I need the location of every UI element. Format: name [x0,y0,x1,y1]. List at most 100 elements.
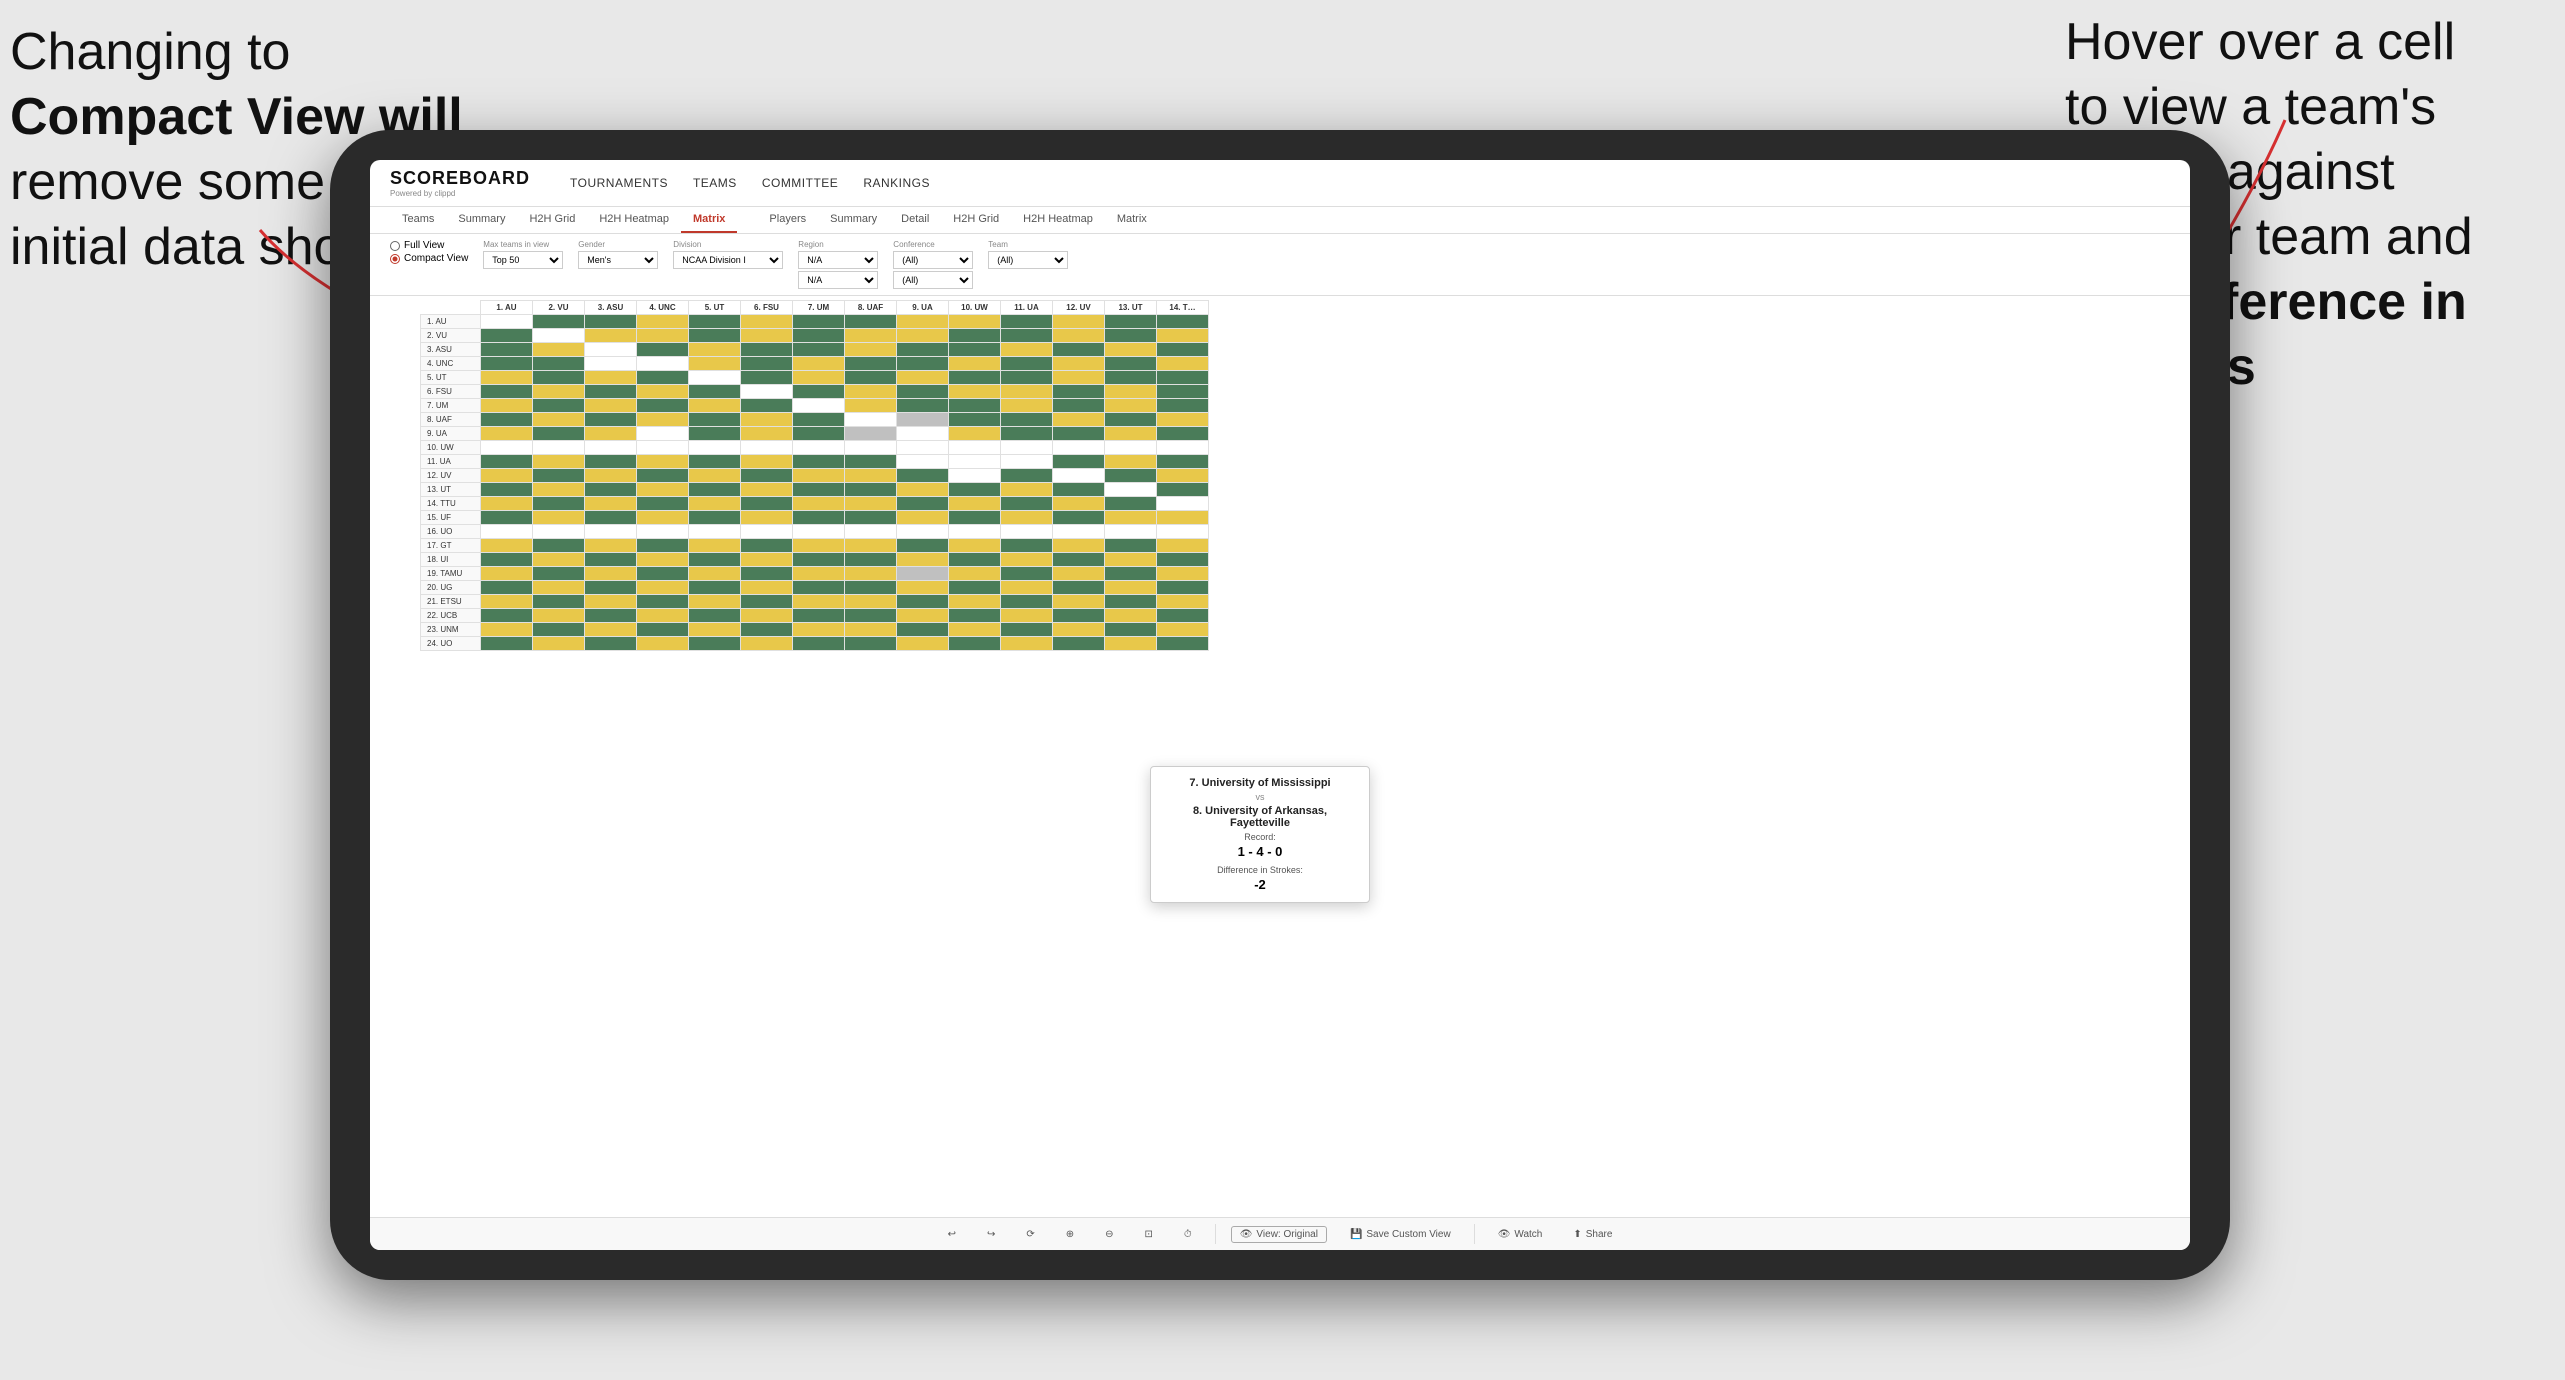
cell-16-5[interactable] [741,539,793,553]
zoom-in-button[interactable]: ⊕ [1058,1226,1082,1243]
cell-10-3[interactable] [637,455,689,469]
cell-20-0[interactable] [481,595,533,609]
cell-2-7[interactable] [845,343,897,357]
fit-button[interactable]: ⊡ [1137,1226,1161,1243]
cell-18-6[interactable] [793,567,845,581]
cell-17-9[interactable] [949,553,1001,567]
cell-5-2[interactable] [585,385,637,399]
nav-teams[interactable]: TEAMS [693,176,737,190]
cell-0-4[interactable] [689,315,741,329]
cell-5-3[interactable] [637,385,689,399]
cell-3-1[interactable] [533,357,585,371]
cell-12-7[interactable] [845,483,897,497]
cell-2-3[interactable] [637,343,689,357]
cell-22-5[interactable] [741,623,793,637]
cell-8-2[interactable] [585,427,637,441]
cell-13-5[interactable] [741,497,793,511]
cell-9-2[interactable] [585,441,637,455]
cell-12-6[interactable] [793,483,845,497]
cell-8-11[interactable] [1053,427,1105,441]
cell-23-10[interactable] [1001,637,1053,651]
cell-4-6[interactable] [793,371,845,385]
filter-division-select[interactable]: NCAA Division I [673,251,783,269]
cell-4-1[interactable] [533,371,585,385]
cell-12-5[interactable] [741,483,793,497]
cell-9-5[interactable] [741,441,793,455]
cell-21-3[interactable] [637,609,689,623]
cell-22-2[interactable] [585,623,637,637]
cell-17-7[interactable] [845,553,897,567]
cell-17-5[interactable] [741,553,793,567]
cell-6-13[interactable] [1157,399,1209,413]
cell-12-4[interactable] [689,483,741,497]
cell-13-3[interactable] [637,497,689,511]
cell-9-6[interactable] [793,441,845,455]
cell-5-10[interactable] [1001,385,1053,399]
cell-2-12[interactable] [1105,343,1157,357]
cell-22-13[interactable] [1157,623,1209,637]
cell-14-13[interactable] [1157,511,1209,525]
cell-17-0[interactable] [481,553,533,567]
cell-5-9[interactable] [949,385,1001,399]
cell-16-7[interactable] [845,539,897,553]
cell-16-13[interactable] [1157,539,1209,553]
cell-7-2[interactable] [585,413,637,427]
cell-8-8[interactable] [897,427,949,441]
cell-11-10[interactable] [1001,469,1053,483]
cell-19-0[interactable] [481,581,533,595]
cell-10-12[interactable] [1105,455,1157,469]
cell-20-1[interactable] [533,595,585,609]
cell-8-10[interactable] [1001,427,1053,441]
undo-button[interactable]: ↩ [940,1226,964,1243]
cell-9-9[interactable] [949,441,1001,455]
cell-3-4[interactable] [689,357,741,371]
cell-22-0[interactable] [481,623,533,637]
cell-13-13[interactable] [1157,497,1209,511]
cell-10-13[interactable] [1157,455,1209,469]
cell-13-11[interactable] [1053,497,1105,511]
cell-0-13[interactable] [1157,315,1209,329]
nav-committee[interactable]: COMMITTEE [762,176,839,190]
cell-23-11[interactable] [1053,637,1105,651]
nav-rankings[interactable]: RANKINGS [863,176,930,190]
cell-3-12[interactable] [1105,357,1157,371]
cell-14-2[interactable] [585,511,637,525]
cell-18-11[interactable] [1053,567,1105,581]
cell-0-10[interactable] [1001,315,1053,329]
cell-1-9[interactable] [949,329,1001,343]
cell-7-0[interactable] [481,413,533,427]
cell-23-9[interactable] [949,637,1001,651]
cell-8-0[interactable] [481,427,533,441]
cell-23-4[interactable] [689,637,741,651]
cell-17-13[interactable] [1157,553,1209,567]
cell-15-4[interactable] [689,525,741,539]
cell-4-4[interactable] [689,371,741,385]
cell-0-8[interactable] [897,315,949,329]
cell-16-9[interactable] [949,539,1001,553]
cell-5-0[interactable] [481,385,533,399]
cell-15-7[interactable] [845,525,897,539]
cell-12-9[interactable] [949,483,1001,497]
cell-18-8[interactable] [897,567,949,581]
cell-8-6[interactable] [793,427,845,441]
refresh-button[interactable]: ⟳ [1018,1226,1042,1243]
cell-4-8[interactable] [897,371,949,385]
tab-summary-2[interactable]: Summary [818,207,889,233]
cell-15-12[interactable] [1105,525,1157,539]
cell-3-9[interactable] [949,357,1001,371]
nav-tournaments[interactable]: TOURNAMENTS [570,176,668,190]
cell-13-12[interactable] [1105,497,1157,511]
tab-h2h-grid-1[interactable]: H2H Grid [517,207,587,233]
cell-4-13[interactable] [1157,371,1209,385]
cell-14-6[interactable] [793,511,845,525]
cell-19-7[interactable] [845,581,897,595]
cell-8-13[interactable] [1157,427,1209,441]
cell-17-6[interactable] [793,553,845,567]
zoom-out-button[interactable]: ⊖ [1097,1226,1121,1243]
cell-11-0[interactable] [481,469,533,483]
cell-16-12[interactable] [1105,539,1157,553]
cell-11-2[interactable] [585,469,637,483]
cell-21-2[interactable] [585,609,637,623]
cell-6-1[interactable] [533,399,585,413]
cell-10-4[interactable] [689,455,741,469]
